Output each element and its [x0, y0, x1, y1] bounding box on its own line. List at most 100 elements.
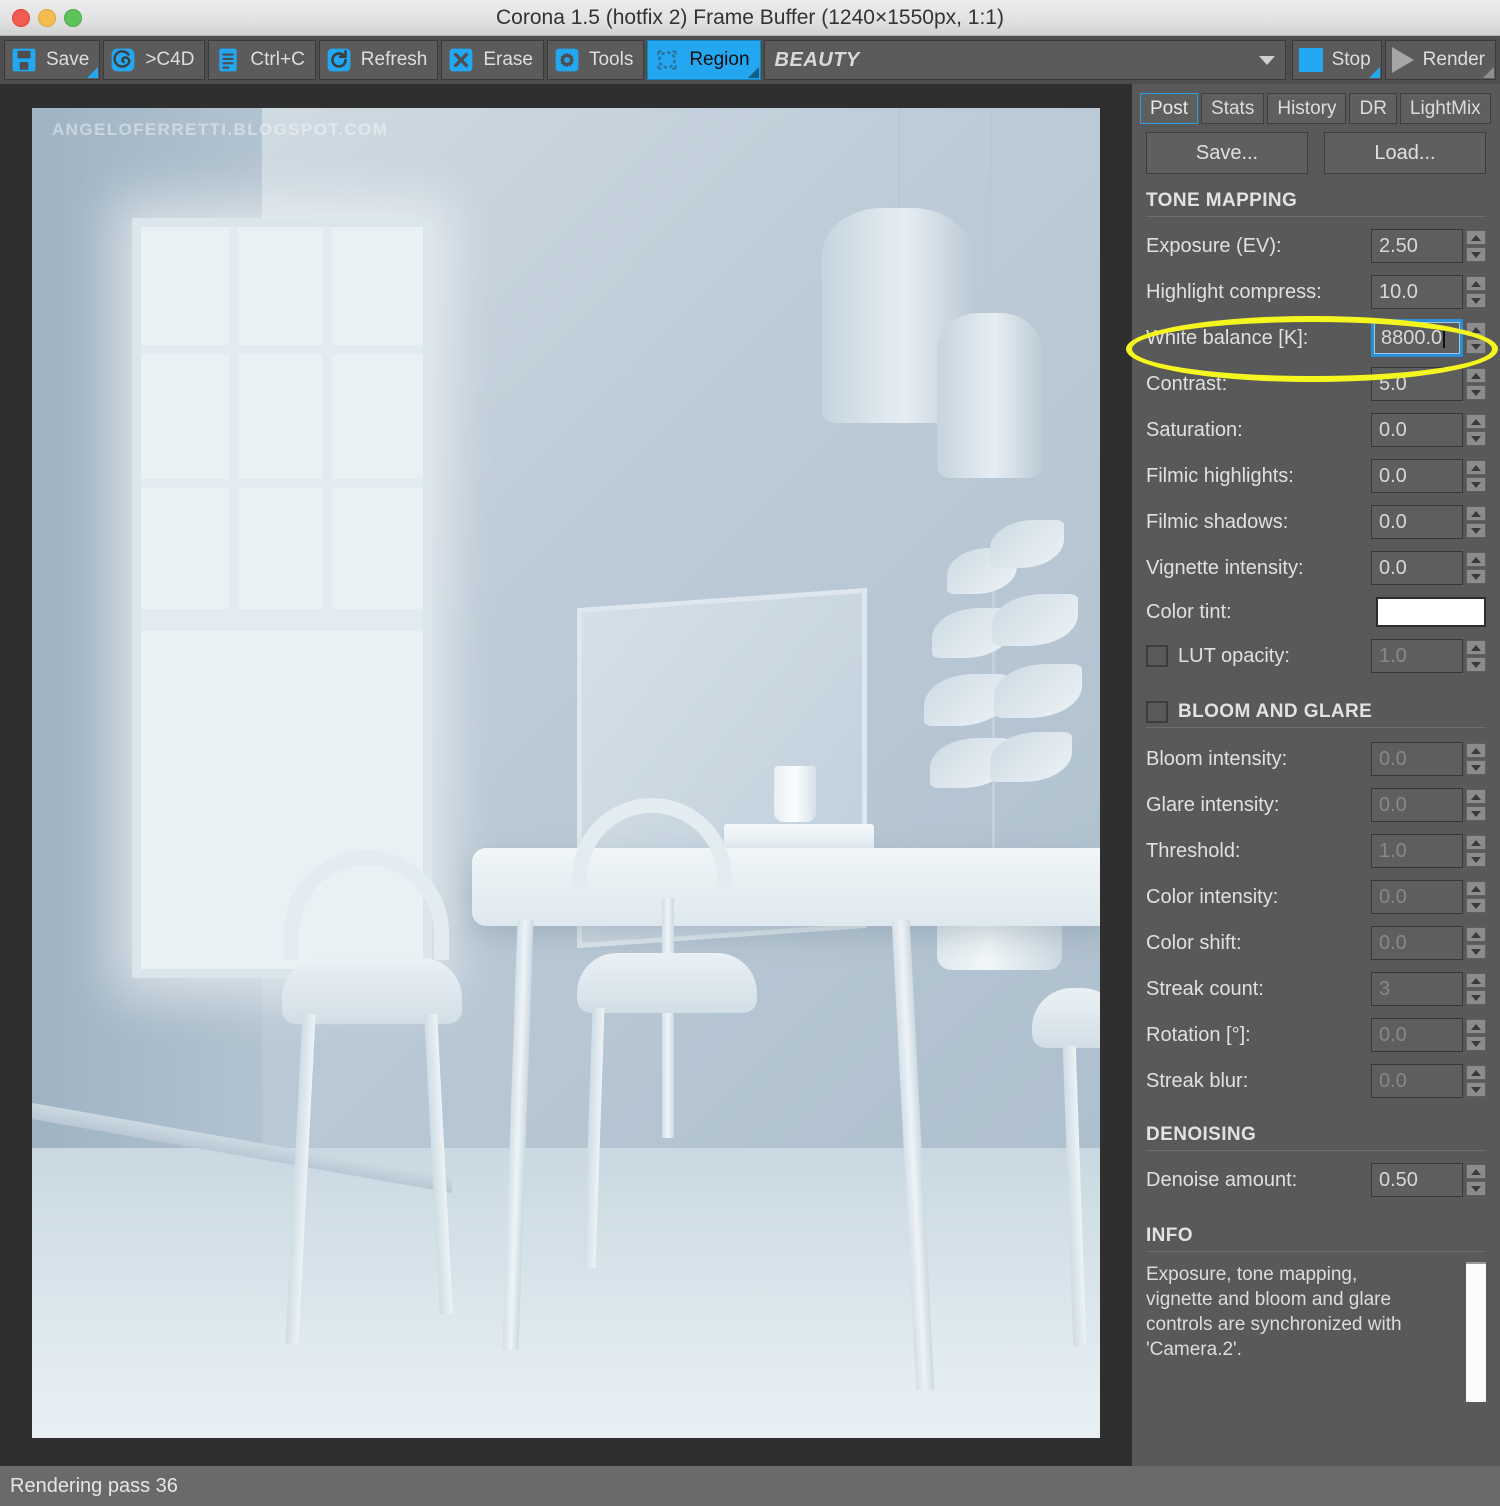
exposure-spinner[interactable]: 2.50	[1371, 229, 1486, 263]
spinner-up-icon[interactable]	[1466, 276, 1486, 291]
denoise-amount-spinner[interactable]: 0.50	[1371, 1163, 1486, 1197]
rotation-input[interactable]: 0.0	[1371, 1018, 1463, 1052]
white-balance-spin-buttons[interactable]	[1466, 319, 1486, 357]
threshold-spinner[interactable]: 1.0	[1371, 834, 1486, 868]
spinner-up-icon[interactable]	[1466, 927, 1486, 942]
tools-button[interactable]: Tools	[546, 40, 645, 80]
tab-post[interactable]: Post	[1140, 93, 1199, 124]
streak-count-spin-buttons[interactable]	[1466, 972, 1486, 1006]
tab-dr[interactable]: DR	[1349, 93, 1397, 124]
render-viewport[interactable]: ANGELOFERRETTI.BLOGSPOT.COM	[0, 84, 1132, 1466]
contrast-input[interactable]: 5.0	[1371, 367, 1463, 401]
spinner-up-icon[interactable]	[1466, 368, 1486, 383]
send-to-c4d-button[interactable]: >C4D	[103, 40, 206, 80]
contrast-spinner[interactable]: 5.0	[1371, 367, 1486, 401]
white-balance-spinner[interactable]: 8800.0	[1371, 319, 1486, 357]
bloom-intensity-input[interactable]: 0.0	[1371, 742, 1463, 776]
spinner-down-icon[interactable]	[1466, 760, 1486, 775]
filmic-highlights-spin-buttons[interactable]	[1466, 459, 1486, 493]
lut-opacity-spinner[interactable]: 1.0	[1371, 639, 1486, 673]
highlight-compress-spin-buttons[interactable]	[1466, 275, 1486, 309]
spinner-down-icon[interactable]	[1466, 1181, 1486, 1196]
rendered-image[interactable]: ANGELOFERRETTI.BLOGSPOT.COM	[32, 108, 1100, 1438]
bloom-intensity-spin-buttons[interactable]	[1466, 742, 1486, 776]
render-button[interactable]: Render	[1384, 40, 1496, 80]
threshold-spin-buttons[interactable]	[1466, 834, 1486, 868]
streak-blur-input[interactable]: 0.0	[1371, 1064, 1463, 1098]
rotation-spinner[interactable]: 0.0	[1371, 1018, 1486, 1052]
spinner-down-icon[interactable]	[1466, 898, 1486, 913]
bloom-intensity-spinner[interactable]: 0.0	[1371, 742, 1486, 776]
load-preset-button[interactable]: Load...	[1324, 132, 1486, 174]
denoise-amount-input[interactable]: 0.50	[1371, 1163, 1463, 1197]
spinner-up-icon[interactable]	[1466, 1164, 1486, 1179]
spinner-down-icon[interactable]	[1466, 1082, 1486, 1097]
spinner-down-icon[interactable]	[1466, 944, 1486, 959]
spinner-down-icon[interactable]	[1466, 385, 1486, 400]
spinner-up-icon[interactable]	[1466, 460, 1486, 475]
spinner-down-icon[interactable]	[1466, 569, 1486, 584]
save-button[interactable]: Save	[4, 40, 101, 80]
spinner-down-icon[interactable]	[1466, 852, 1486, 867]
filmic-highlights-spinner[interactable]: 0.0	[1371, 459, 1486, 493]
streak-blur-spinner[interactable]: 0.0	[1371, 1064, 1486, 1098]
save-preset-button[interactable]: Save...	[1146, 132, 1308, 174]
vignette-intensity-spin-buttons[interactable]	[1466, 551, 1486, 585]
lut-opacity-input[interactable]: 1.0	[1371, 639, 1463, 673]
bloom-and-glare-checkbox[interactable]	[1146, 701, 1168, 723]
contrast-spin-buttons[interactable]	[1466, 367, 1486, 401]
spinner-down-icon[interactable]	[1466, 293, 1486, 308]
refresh-button[interactable]: Refresh	[318, 40, 439, 80]
spinner-up-icon[interactable]	[1466, 1065, 1486, 1080]
region-button[interactable]: Region	[647, 40, 761, 80]
color-shift-spinner[interactable]: 0.0	[1371, 926, 1486, 960]
tab-stats[interactable]: Stats	[1201, 93, 1265, 124]
highlight-compress-spinner[interactable]: 10.0	[1371, 275, 1486, 309]
spinner-up-icon[interactable]	[1466, 322, 1486, 337]
color-shift-spin-buttons[interactable]	[1466, 926, 1486, 960]
spinner-up-icon[interactable]	[1466, 640, 1486, 655]
saturation-input[interactable]: 0.0	[1371, 413, 1463, 447]
color-shift-input[interactable]: 0.0	[1371, 926, 1463, 960]
filmic-highlights-input[interactable]: 0.0	[1371, 459, 1463, 493]
filmic-shadows-spinner[interactable]: 0.0	[1371, 505, 1486, 539]
glare-intensity-spin-buttons[interactable]	[1466, 788, 1486, 822]
spinner-down-icon[interactable]	[1466, 1036, 1486, 1051]
saturation-spinner[interactable]: 0.0	[1371, 413, 1486, 447]
streak-count-input[interactable]: 3	[1371, 972, 1463, 1006]
lut-opacity-spin-buttons[interactable]	[1466, 639, 1486, 673]
spinner-down-icon[interactable]	[1466, 431, 1486, 446]
spinner-up-icon[interactable]	[1466, 743, 1486, 758]
tab-lightmix[interactable]: LightMix	[1399, 93, 1491, 124]
spinner-up-icon[interactable]	[1466, 881, 1486, 896]
glare-intensity-spinner[interactable]: 0.0	[1371, 788, 1486, 822]
spinner-up-icon[interactable]	[1466, 552, 1486, 567]
spinner-down-icon[interactable]	[1466, 990, 1486, 1005]
lut-opacity-checkbox[interactable]	[1146, 645, 1168, 667]
spinner-down-icon[interactable]	[1466, 806, 1486, 821]
spinner-up-icon[interactable]	[1466, 1019, 1486, 1034]
rotation-spin-buttons[interactable]	[1466, 1018, 1486, 1052]
spinner-down-icon[interactable]	[1466, 657, 1486, 672]
copy-button[interactable]: Ctrl+C	[208, 40, 316, 80]
exposure-input[interactable]: 2.50	[1371, 229, 1463, 263]
streak-count-spinner[interactable]: 3	[1371, 972, 1486, 1006]
spinner-down-icon[interactable]	[1466, 477, 1486, 492]
spinner-up-icon[interactable]	[1466, 506, 1486, 521]
highlight-compress-input[interactable]: 10.0	[1371, 275, 1463, 309]
spinner-up-icon[interactable]	[1466, 973, 1486, 988]
spinner-up-icon[interactable]	[1466, 789, 1486, 804]
info-scrollbar[interactable]	[1466, 1262, 1486, 1402]
render-dropdown-corner-icon[interactable]	[1483, 67, 1494, 78]
color-intensity-input[interactable]: 0.0	[1371, 880, 1463, 914]
vignette-intensity-input[interactable]: 0.0	[1371, 551, 1463, 585]
denoise-amount-spin-buttons[interactable]	[1466, 1163, 1486, 1197]
stop-button[interactable]: Stop	[1291, 40, 1382, 80]
erase-button[interactable]: Erase	[441, 40, 544, 80]
dropdown-corner-icon[interactable]	[87, 67, 99, 78]
spinner-up-icon[interactable]	[1466, 230, 1486, 245]
spinner-down-icon[interactable]	[1466, 247, 1486, 262]
white-balance-input[interactable]: 8800.0	[1371, 319, 1463, 357]
spinner-down-icon[interactable]	[1466, 339, 1486, 354]
glare-intensity-input[interactable]: 0.0	[1371, 788, 1463, 822]
